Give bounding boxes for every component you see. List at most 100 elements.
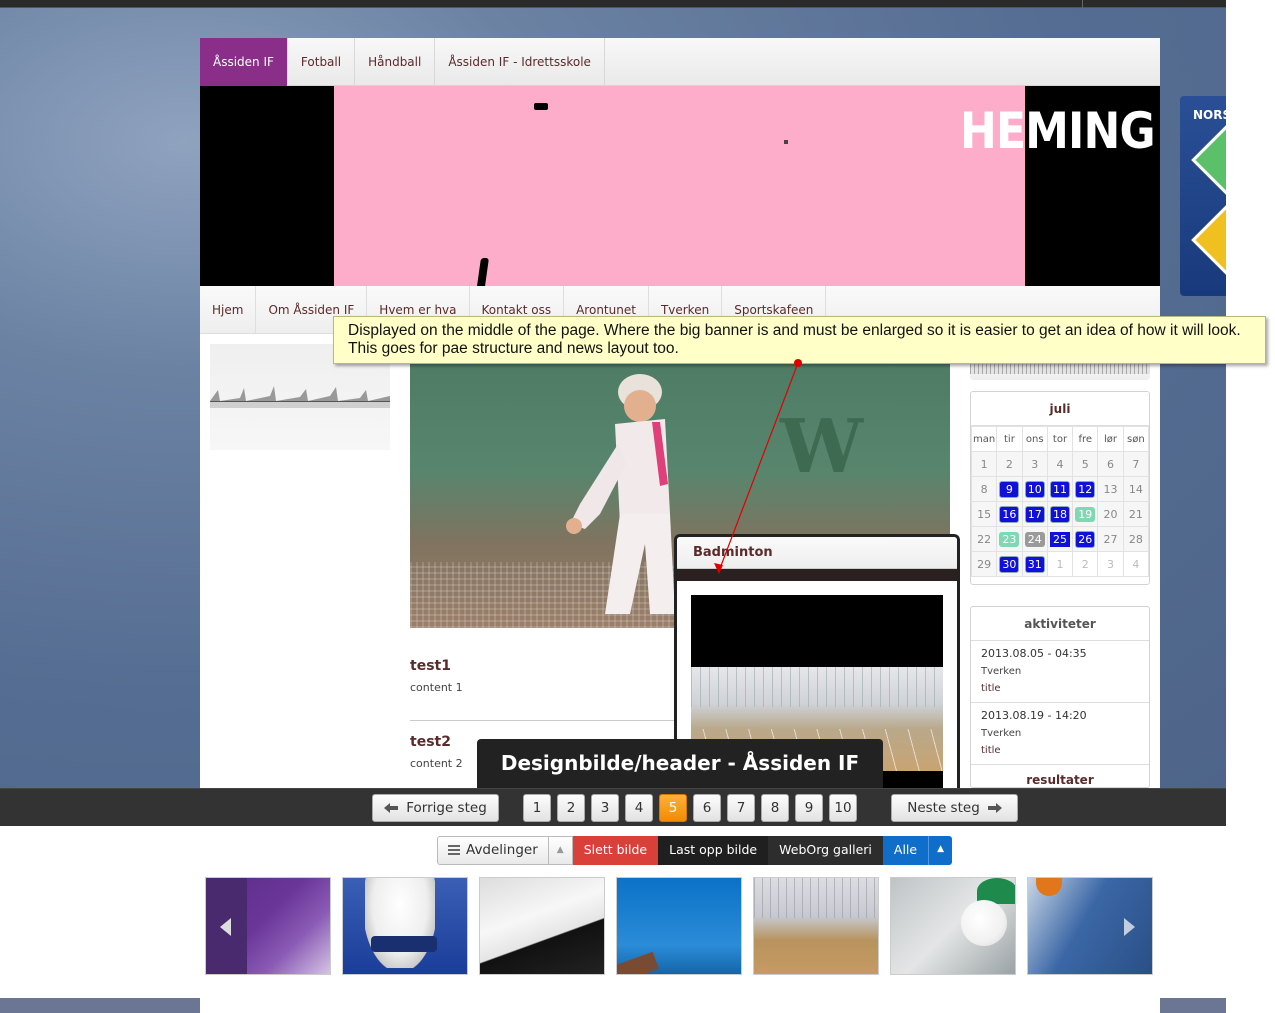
calendar-day-number: 9 <box>999 480 1020 498</box>
calendar-day-number: 24 <box>1024 531 1045 547</box>
thumbnail-arm-shape <box>617 951 659 974</box>
calendar-day-number: 23 <box>999 531 1020 547</box>
step-page-button[interactable]: 7 <box>727 794 755 822</box>
calendar-day-number: 11 <box>1049 480 1070 498</box>
step-page-button[interactable]: 4 <box>625 794 653 822</box>
gallery-thumbnail[interactable] <box>342 877 468 975</box>
caret-up-icon: ▲ <box>937 844 944 854</box>
calendar-day[interactable]: 17 <box>1021 501 1048 527</box>
calendar-day[interactable]: 23 <box>996 526 1023 552</box>
calendar-day: 3 <box>1021 451 1048 477</box>
screen: NORS Åssiden IF Fotball Håndball Åssiden… <box>0 0 1275 1013</box>
topnav-item-fotball[interactable]: Fotball <box>288 38 356 86</box>
delete-image-button[interactable]: Slett bilde <box>572 836 659 865</box>
calendar-day: 22 <box>970 526 998 552</box>
calendar-day: 27 <box>1097 526 1124 552</box>
step-page-button[interactable]: 1 <box>523 794 551 822</box>
gallery-thumbnail[interactable] <box>1027 877 1153 975</box>
calendar-day-number: 4 <box>1132 557 1140 571</box>
upload-image-button[interactable]: Last opp bilde <box>658 836 769 865</box>
next-step-button[interactable]: Neste steg <box>891 794 1018 822</box>
departments-dropdown[interactable]: Avdelinger <box>437 836 549 865</box>
filter-toggle[interactable]: ▲ <box>928 836 952 865</box>
activity-title[interactable]: title <box>981 683 1139 694</box>
carousel-prev-button[interactable] <box>206 878 247 974</box>
calendar-day-number: 30 <box>999 555 1020 573</box>
carousel-prev-icon <box>220 918 231 936</box>
previous-step-button[interactable]: Forrige steg <box>372 794 499 822</box>
top-strip-divider <box>1082 0 1083 8</box>
arrow-left-icon <box>384 803 399 813</box>
step-page-button[interactable]: 3 <box>591 794 619 822</box>
calendar-day[interactable]: 12 <box>1072 476 1099 502</box>
calendar-day[interactable]: 26 <box>1072 526 1099 552</box>
calendar-day[interactable]: 31 <box>1021 551 1048 577</box>
gallery-thumbnail[interactable] <box>479 877 605 975</box>
top-navigation: Åssiden IF Fotball Håndball Åssiden IF -… <box>200 38 1160 86</box>
calendar-day: 5 <box>1072 451 1099 477</box>
horizon-line <box>210 401 390 402</box>
step-page-button[interactable]: 5 <box>659 794 687 822</box>
article-divider <box>410 720 710 721</box>
gallery-thumbnail[interactable] <box>205 877 331 975</box>
activity-title[interactable]: title <box>981 745 1139 756</box>
step-page-button[interactable]: 10 <box>829 794 857 822</box>
topnav-item-idrettsskole[interactable]: Åssiden IF - Idrettsskole <box>435 38 605 86</box>
content-bottom-edge <box>200 998 1160 1013</box>
step-page-button[interactable]: 6 <box>693 794 721 822</box>
calendar-day[interactable]: 10 <box>1021 476 1048 502</box>
gallery-thumbnail[interactable] <box>616 877 742 975</box>
calendar-day[interactable]: 25 <box>1046 526 1074 552</box>
calendar-day[interactable]: 11 <box>1046 476 1074 502</box>
calendar-day[interactable]: 30 <box>996 551 1023 577</box>
step-page-button[interactable]: 8 <box>761 794 789 822</box>
calendar-day-number: 12 <box>1075 480 1096 498</box>
calendar-day-number: 3 <box>1031 457 1039 471</box>
calendar-day: 1 <box>1046 551 1074 577</box>
banner-speck <box>784 140 788 144</box>
activity-entry[interactable]: 2013.08.19 - 14:20 Tverken title <box>971 703 1149 765</box>
calendar-day-number: 2 <box>1005 457 1013 471</box>
calendar-day: 4 <box>1046 451 1074 477</box>
hall-roof-beams <box>691 667 943 707</box>
calendar-day-number: 1 <box>980 457 988 471</box>
calendar-widget: juli man tir ons tor fre lør søn 1 2 3 4 5 6 7 8 9 10 11… <box>970 391 1150 585</box>
departments-toggle[interactable]: ▲ <box>548 836 573 865</box>
calendar-day-number: 29 <box>977 557 992 571</box>
side-ad-green-shape <box>1191 123 1226 197</box>
step-page-button[interactable]: 2 <box>557 794 585 822</box>
gallery-thumbnail[interactable] <box>890 877 1016 975</box>
calendar-day[interactable]: 18 <box>1046 501 1074 527</box>
side-advertisement[interactable]: NORS <box>1180 96 1226 296</box>
calendar-day-number: 2 <box>1081 557 1089 571</box>
calendar-week: 1 2 3 4 5 6 7 <box>970 451 1150 477</box>
topnav-item-assiden-if[interactable]: Åssiden IF <box>200 38 288 86</box>
activity-entry[interactable]: 2013.08.05 - 04:35 Tverken title <box>971 641 1149 703</box>
news-article[interactable]: test1 content 1 <box>410 658 690 694</box>
calendar-weekday: lør <box>1097 426 1124 452</box>
calendar-day[interactable]: 19 <box>1072 501 1099 527</box>
caret-up-icon: ▲ <box>556 845 564 855</box>
results-title: resultater <box>1026 773 1094 787</box>
calendar-day-number: 3 <box>1107 557 1115 571</box>
subnav-item-hjem[interactable]: Hjem <box>200 286 257 334</box>
weborg-gallery-button[interactable]: WebOrg galleri <box>768 836 883 865</box>
previous-step-label: Forrige steg <box>406 800 487 816</box>
shuttlecock-shape <box>961 900 1007 946</box>
right-margin <box>1226 0 1275 1013</box>
article-title[interactable]: test1 <box>410 658 690 674</box>
calendar-day[interactable]: 9 <box>996 476 1023 502</box>
topnav-item-handball[interactable]: Håndball <box>355 38 436 86</box>
filter-all-button[interactable]: Alle <box>882 836 929 865</box>
calendar-day-number: 21 <box>1128 507 1143 521</box>
calendar-day-number: 7 <box>1132 457 1140 471</box>
calendar-weekday: tor <box>1046 426 1074 452</box>
gallery-thumbnail[interactable] <box>753 877 879 975</box>
carousel-next-icon[interactable] <box>1124 918 1135 936</box>
calendar-day: 8 <box>970 476 998 502</box>
step-page-button[interactable]: 9 <box>795 794 823 822</box>
calendar-day[interactable]: 16 <box>996 501 1023 527</box>
calendar-day[interactable]: 24 <box>1021 526 1048 552</box>
calendar-weekday: man <box>970 426 998 452</box>
calendar-day: 29 <box>970 551 998 577</box>
